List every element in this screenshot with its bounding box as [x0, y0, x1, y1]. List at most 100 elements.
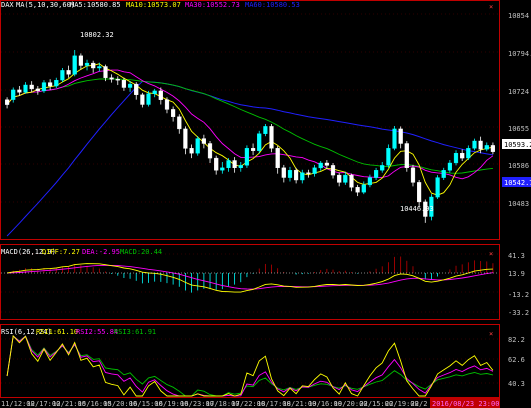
candle-up: [220, 167, 225, 171]
candle-down: [109, 77, 114, 80]
candle-down: [48, 82, 53, 87]
candle-up: [435, 177, 440, 198]
candle-up: [343, 174, 348, 183]
macd-y-tick: 41.3: [508, 252, 525, 260]
ma10-label: MA10:10573.07: [126, 1, 181, 9]
candle-up: [60, 70, 65, 81]
price-close-icon[interactable]: ×: [489, 3, 493, 11]
ma-price-tag-text: 10542.7: [504, 179, 531, 187]
candle-up: [300, 172, 305, 181]
rsi6-label: RSI1:61.10: [36, 328, 78, 336]
candle-up: [238, 165, 243, 168]
candle-down: [294, 170, 299, 181]
candle-down: [324, 162, 329, 166]
candle-down: [170, 109, 176, 117]
price-title: DAX: [1, 1, 14, 9]
candle-up: [386, 148, 391, 166]
rsi12-label: RSI2:55.84: [76, 328, 118, 336]
price-y-tick: 10794.2: [508, 50, 531, 58]
candle-up: [146, 93, 151, 105]
candle-down: [337, 174, 342, 183]
candle-down: [398, 128, 403, 144]
candle-up: [312, 167, 317, 174]
candle-down: [232, 160, 237, 169]
rsi24-label: RSI3:61.91: [114, 328, 156, 336]
candle-down: [189, 148, 194, 154]
candle-down: [103, 66, 108, 78]
candle-down: [183, 128, 188, 149]
macd-dea-label: DEA:-2.95: [82, 248, 120, 256]
price-y-tick: 10586: [508, 162, 529, 170]
candle-down: [306, 172, 311, 174]
candle-down: [417, 182, 422, 203]
candle-up: [374, 170, 379, 178]
ma5-label: MA5:10580.85: [70, 1, 121, 9]
current-price-tag-text: 10593.2: [504, 141, 531, 149]
ma30-label: MA30:10552.73: [185, 1, 240, 9]
rsi-y-tick: 82.2: [508, 336, 525, 344]
macd-value-label: MACD:20.44: [120, 248, 162, 256]
candle-down: [410, 167, 416, 183]
candle-down: [158, 90, 163, 100]
candle-up: [361, 184, 366, 193]
ma60-label: MA60:10580.53: [245, 1, 300, 9]
date-tag-text: 2016/08/23 23:00: [432, 400, 499, 408]
candle-up: [54, 79, 59, 87]
candle-up: [84, 62, 90, 66]
candle-down: [201, 138, 206, 144]
candle-down: [478, 140, 483, 150]
candle-up: [392, 128, 397, 149]
rsi-close-icon[interactable]: ×: [489, 330, 493, 338]
candle-down: [164, 99, 170, 110]
candle-up: [287, 170, 293, 178]
macd-dif-label: DIFF:7.27: [42, 248, 80, 256]
candle-down: [177, 116, 182, 130]
candle-down: [460, 152, 465, 159]
price-y-tick: 10655: [508, 125, 529, 133]
candle-up: [263, 126, 268, 134]
price-y-tick: 10724: [508, 88, 529, 96]
candle-up: [226, 160, 231, 169]
candle-down: [91, 62, 96, 69]
macd-close-icon[interactable]: ×: [489, 250, 493, 258]
candle-up: [257, 133, 262, 151]
candle-up: [472, 140, 477, 149]
candle-up: [41, 82, 47, 92]
candle-down: [121, 79, 126, 88]
candle-down: [66, 70, 71, 75]
candle-down: [115, 78, 120, 81]
candle-up: [453, 152, 459, 164]
candle-down: [134, 83, 139, 95]
candle-down: [35, 88, 40, 92]
rsi-y-tick: 62.6: [508, 356, 525, 364]
candle-up: [152, 90, 157, 95]
high-annotation: 10802.32: [80, 31, 114, 39]
candle-down: [281, 167, 286, 178]
candle-down: [490, 145, 495, 152]
candle-up: [127, 83, 133, 88]
candle-down: [207, 143, 213, 159]
candle-up: [466, 148, 471, 159]
rsi-y-axis: 82.2 62.6 40.3: [508, 336, 525, 388]
candle-down: [4, 99, 10, 105]
candle-up: [244, 148, 249, 166]
candle-up: [23, 84, 28, 93]
price-y-tick: 10854: [508, 12, 529, 20]
macd-y-tick: 13.9: [508, 270, 525, 278]
macd-y-tick: -33.2: [508, 309, 529, 317]
x-axis-label: 22/2: [411, 400, 428, 408]
candle-up: [97, 66, 102, 69]
candle-down: [214, 157, 219, 171]
ma-indicator-label: MA(5,10,30,60): [16, 1, 75, 9]
candle-up: [380, 165, 385, 171]
macd-y-tick: -13.2: [508, 291, 529, 299]
candle-down: [29, 84, 34, 90]
price-y-tick: 10483: [508, 200, 529, 208]
candle-down: [275, 148, 280, 169]
candle-down: [269, 126, 274, 149]
candle-down: [250, 148, 256, 151]
candle-up: [447, 162, 452, 171]
rsi-y-tick: 40.3: [508, 380, 525, 388]
candle-up: [441, 170, 446, 178]
candle-down: [17, 89, 22, 93]
